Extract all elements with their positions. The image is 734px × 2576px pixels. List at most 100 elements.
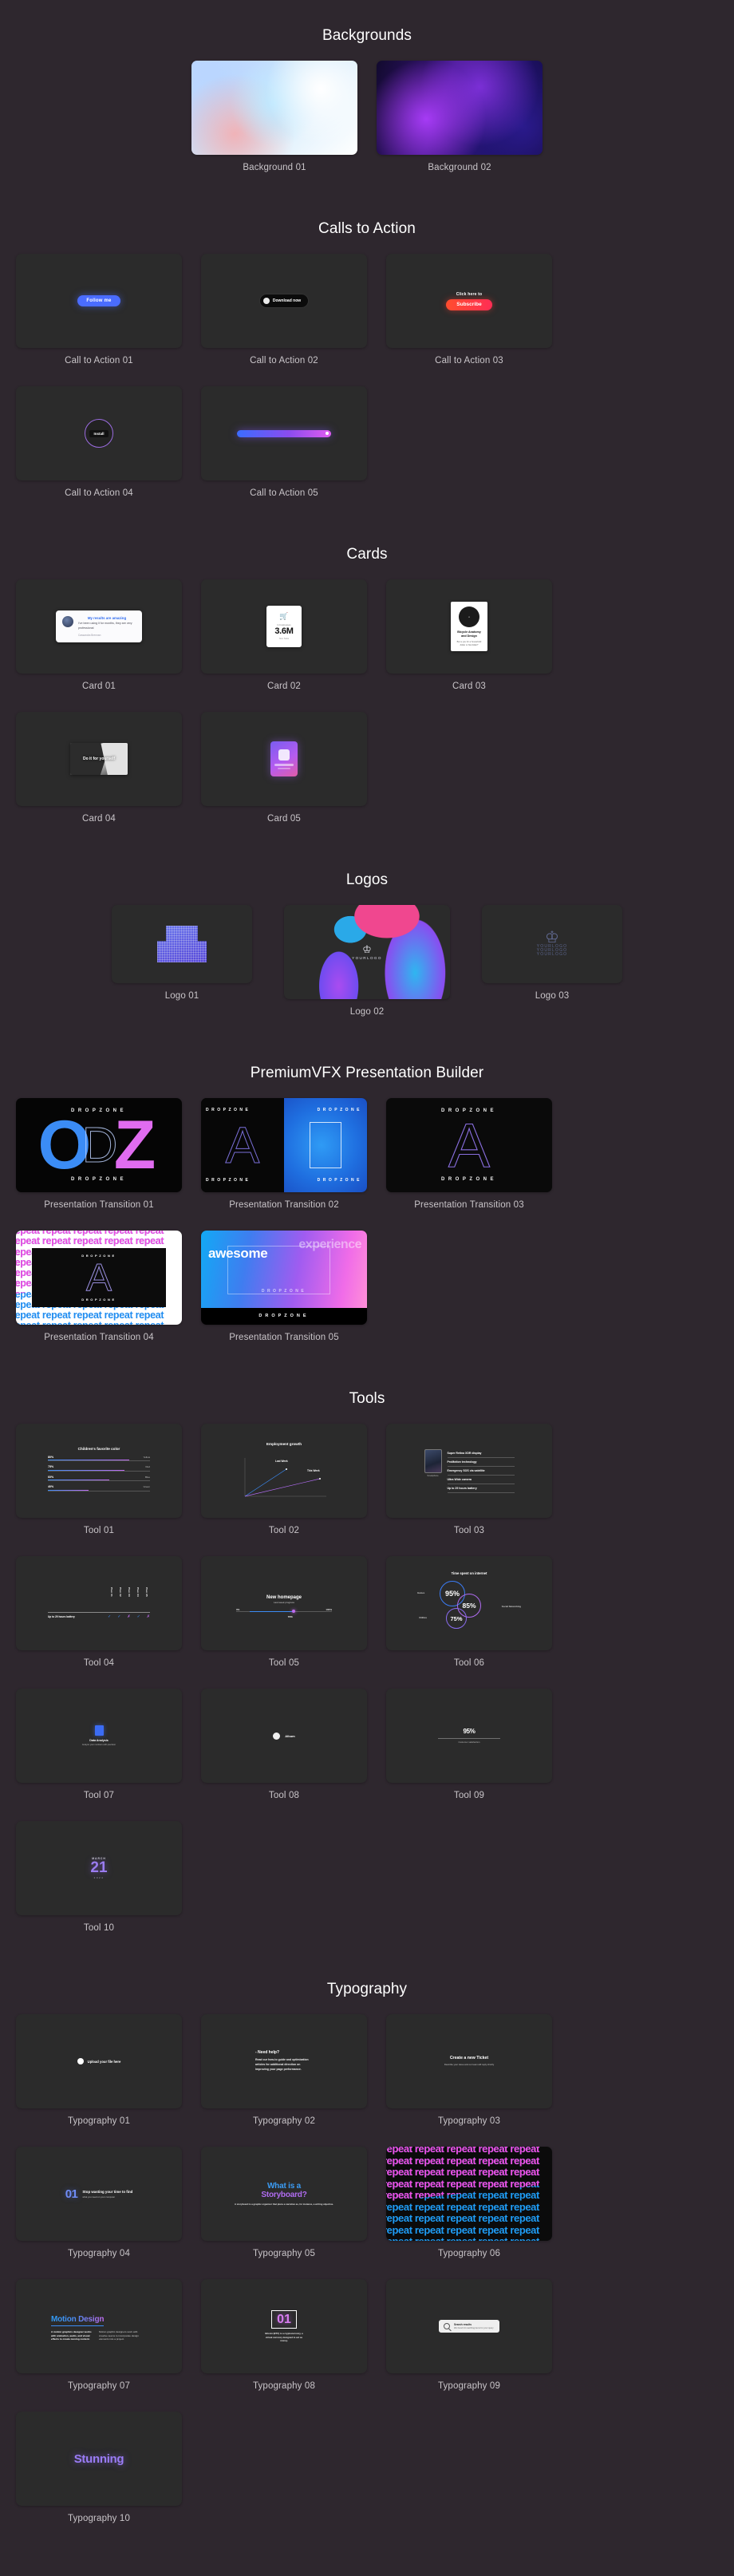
gradient-slider-graphic — [237, 429, 331, 437]
thumbnail-cta-04[interactable]: Install — [16, 386, 182, 480]
boxed-number-body: Bitcoin (BTC) is a cryptocurrency, a vir… — [265, 2332, 303, 2343]
thumbnail-presentation-05[interactable]: experience awesome DROPZONE DROPZONE — [201, 1231, 367, 1325]
asset-card-tool-03[interactable]: Smartphone Super Retina XDR display ProM… — [377, 1424, 562, 1556]
thumbnail-logo-01[interactable] — [112, 905, 252, 983]
check-icon: ✓ — [107, 1614, 112, 1620]
thumbnail-typography-06[interactable]: repeat repeat repeat repeat repeat repea… — [386, 2147, 552, 2241]
thumbnail-tool-07[interactable]: Data Analysis Analyze your numbers with … — [16, 1689, 182, 1783]
thumbnail-presentation-01[interactable]: O Z D DROPZONE DROPZONE — [16, 1098, 182, 1192]
thumbnail-typography-02[interactable]: - Need help? Read our how-to guide and o… — [201, 2014, 367, 2108]
feature-item: Emergency SOS via satellite — [447, 1467, 515, 1476]
asset-card-cta-04[interactable]: Install Call to Action 04 — [6, 386, 191, 519]
thumbnail-card-01[interactable]: My results are amazing I've been using i… — [16, 579, 182, 674]
asset-card-typography-06[interactable]: repeat repeat repeat repeat repeat repea… — [377, 2147, 562, 2279]
asset-card-presentation-03[interactable]: A DROPZONE DROPZONE Presentation Transit… — [377, 1098, 562, 1231]
asset-card-tool-05[interactable]: New homepage Last week progress 0% 100% … — [191, 1556, 377, 1689]
thumbnail-presentation-03[interactable]: A DROPZONE DROPZONE — [386, 1098, 552, 1192]
asset-card-presentation-02[interactable]: A DROPZONE DROPZONE DROPZONE DROPZONE Pr… — [191, 1098, 377, 1231]
thumbnail-cta-02[interactable]: Download now — [201, 254, 367, 348]
storyboard-widget: What is a Storyboard? A storyboard is a … — [235, 2182, 333, 2207]
section-calls-to-action: Calls to Action Follow me Call to Action… — [0, 193, 734, 519]
asset-card-typography-01[interactable]: Upload your file here Typography 01 — [6, 2014, 191, 2147]
table-row: Up to 29 hours battery ✓ ✓ ✗ ✓ ✗ — [48, 1614, 150, 1619]
thumbnail-typography-09[interactable]: Search results We found 24 matching item… — [386, 2279, 552, 2373]
thumbnail-tool-08[interactable]: Album — [201, 1689, 367, 1783]
thumbnail-typography-08[interactable]: 01 Bitcoin (BTC) is a cryptocurrency, a … — [201, 2279, 367, 2373]
asset-card-tool-08[interactable]: Album Tool 08 — [191, 1689, 377, 1821]
asset-card-background-01[interactable]: Background 01 — [182, 61, 367, 193]
asset-card-card-05[interactable]: Card 05 — [191, 712, 377, 844]
thumbnail-tool-06[interactable]: Time spent on internet 95% 85% 75% Games… — [386, 1556, 552, 1650]
asset-card-logo-01[interactable]: Logo 01 — [89, 905, 274, 1037]
thumbnail-tool-04[interactable]: Plan 01 Plan 02 Plan 03 Plan 04 Plan 05 … — [16, 1556, 182, 1650]
thumbnail-logo-03[interactable]: ♔ YOURLOGO YOURLOGO YOURLOGO — [482, 905, 622, 983]
thumbnail-typography-01[interactable]: Upload your file here — [16, 2014, 182, 2108]
thumbnail-typography-04[interactable]: 01 Stop wasting your time to find what y… — [16, 2147, 182, 2241]
asset-card-tool-07[interactable]: Data Analysis Analyze your numbers with … — [6, 1689, 191, 1821]
asset-card-typography-08[interactable]: 01 Bitcoin (BTC) is a cryptocurrency, a … — [191, 2279, 377, 2412]
thumbnail-presentation-04[interactable]: repeat repeat repeat repeat repeat repea… — [16, 1231, 182, 1325]
asset-card-tool-10[interactable]: MARCH 21 2024 Tool 10 — [6, 1821, 191, 1954]
asset-card-card-01[interactable]: My results are amazing I've been using i… — [6, 579, 191, 712]
thumbnail-typography-07[interactable]: Motion Design A motion graphics designer… — [16, 2279, 182, 2373]
asset-card-card-04[interactable]: Do it for yourself Card 04 — [6, 712, 191, 844]
asset-card-background-02[interactable]: Background 02 — [367, 61, 552, 193]
avatar — [62, 616, 73, 628]
asset-card-typography-07[interactable]: Motion Design A motion graphics designer… — [6, 2279, 191, 2412]
motion-design-col-1: A motion graphics designer works with an… — [51, 2329, 92, 2341]
asset-card-typography-04[interactable]: 01 Stop wasting your time to find what y… — [6, 2147, 191, 2279]
thumbnail-cta-03[interactable]: Click here to Subscribe — [386, 254, 552, 348]
asset-card-presentation-04[interactable]: repeat repeat repeat repeat repeat repea… — [6, 1231, 191, 1363]
thumbnail-tool-03[interactable]: Smartphone Super Retina XDR display ProM… — [386, 1424, 552, 1518]
asset-card-logo-02[interactable]: ♔ YOURLOGO Logo 02 — [274, 905, 460, 1037]
progress-fill — [249, 1610, 292, 1612]
thumbnail-typography-03[interactable]: Create a new Ticket Describe your issue … — [386, 2014, 552, 2108]
asset-card-presentation-01[interactable]: O Z D DROPZONE DROPZONE Presentation Tra… — [6, 1098, 191, 1231]
asset-card-card-02[interactable]: 🛒 In businesses 3.6M New Sales Card 02 — [191, 579, 377, 712]
asset-card-typography-03[interactable]: Create a new Ticket Describe your issue … — [377, 2014, 562, 2147]
asset-card-typography-02[interactable]: - Need help? Read our how-to guide and o… — [191, 2014, 377, 2147]
thumbnail-presentation-02[interactable]: A DROPZONE DROPZONE DROPZONE DROPZONE — [201, 1098, 367, 1192]
brand-label-bottom: DROPZONE — [440, 1177, 497, 1182]
bar-value: 40% — [48, 1485, 54, 1488]
asset-card-tool-09[interactable]: 95% Customer satisfaction Tool 09 — [377, 1689, 562, 1821]
thumbnail-tool-10[interactable]: MARCH 21 2024 — [16, 1821, 182, 1915]
asset-card-tool-06[interactable]: Time spent on internet 95% 85% 75% Games… — [377, 1556, 562, 1689]
photo-card: Do it for yourself — [70, 743, 128, 775]
thumbnail-tool-05[interactable]: New homepage Last week progress 0% 100% … — [201, 1556, 367, 1650]
asset-card-tool-04[interactable]: Plan 01 Plan 02 Plan 03 Plan 04 Plan 05 … — [6, 1556, 191, 1689]
boxed-number: 01 — [271, 2309, 297, 2329]
thumbnail-background-02[interactable] — [377, 61, 543, 155]
thumbnail-tool-09[interactable]: 95% Customer satisfaction — [386, 1689, 552, 1783]
asset-card-tool-01[interactable]: Children's favorite color 80% Yellow 75%… — [6, 1424, 191, 1556]
thumbnail-logo-02[interactable]: ♔ YOURLOGO — [284, 905, 450, 999]
asset-card-typography-09[interactable]: Search results We found 24 matching item… — [377, 2279, 562, 2412]
headline-body: A storyboard is a graphic organizer that… — [235, 2203, 333, 2207]
logo-mark-stack: ♔ YOURLOGO YOURLOGO YOURLOGO — [537, 930, 568, 957]
asset-card-presentation-05[interactable]: experience awesome DROPZONE DROPZONE Pre… — [191, 1231, 377, 1363]
section-title: Cards — [346, 546, 388, 563]
thumbnail-background-01[interactable] — [191, 61, 357, 155]
thumbnail-card-02[interactable]: 🛒 In businesses 3.6M New Sales — [201, 579, 367, 674]
brand-label-bottom: DROPZONE — [258, 1314, 310, 1318]
thumbnail-typography-10[interactable]: Stunning — [16, 2412, 182, 2506]
bar-label: Green — [143, 1485, 150, 1488]
thumbnail-typography-05[interactable]: What is a Storyboard? A storyboard is a … — [201, 2147, 367, 2241]
asset-card-logo-03[interactable]: ♔ YOURLOGO YOURLOGO YOURLOGO Logo 03 — [460, 905, 645, 1037]
asset-card-cta-01[interactable]: Follow me Call to Action 01 — [6, 254, 191, 386]
thumbnail-card-04[interactable]: Do it for yourself — [16, 712, 182, 806]
column-header: Plan 05 — [145, 1586, 148, 1597]
thumbnail-card-05[interactable] — [201, 712, 367, 806]
asset-card-cta-03[interactable]: Click here to Subscribe Call to Action 0… — [377, 254, 562, 386]
thumbnail-card-03[interactable]: ● Bicycle Anatomy and Design But a you f… — [386, 579, 552, 674]
asset-card-tool-02[interactable]: Employment growth Last Week This Week To… — [191, 1424, 377, 1556]
asset-card-typography-05[interactable]: What is a Storyboard? A storyboard is a … — [191, 2147, 377, 2279]
asset-card-cta-02[interactable]: Download now Call to Action 02 — [191, 254, 377, 386]
asset-card-card-03[interactable]: ● Bicycle Anatomy and Design But a you f… — [377, 579, 562, 712]
asset-card-cta-05[interactable]: Call to Action 05 — [191, 386, 377, 519]
thumbnail-cta-01[interactable]: Follow me — [16, 254, 182, 348]
asset-card-typography-10[interactable]: Stunning Typography 10 — [6, 2412, 191, 2544]
thumbnail-cta-05[interactable] — [201, 386, 367, 480]
thumbnail-tool-02[interactable]: Employment growth Last Week This Week — [201, 1424, 367, 1518]
thumbnail-tool-01[interactable]: Children's favorite color 80% Yellow 75%… — [16, 1424, 182, 1518]
